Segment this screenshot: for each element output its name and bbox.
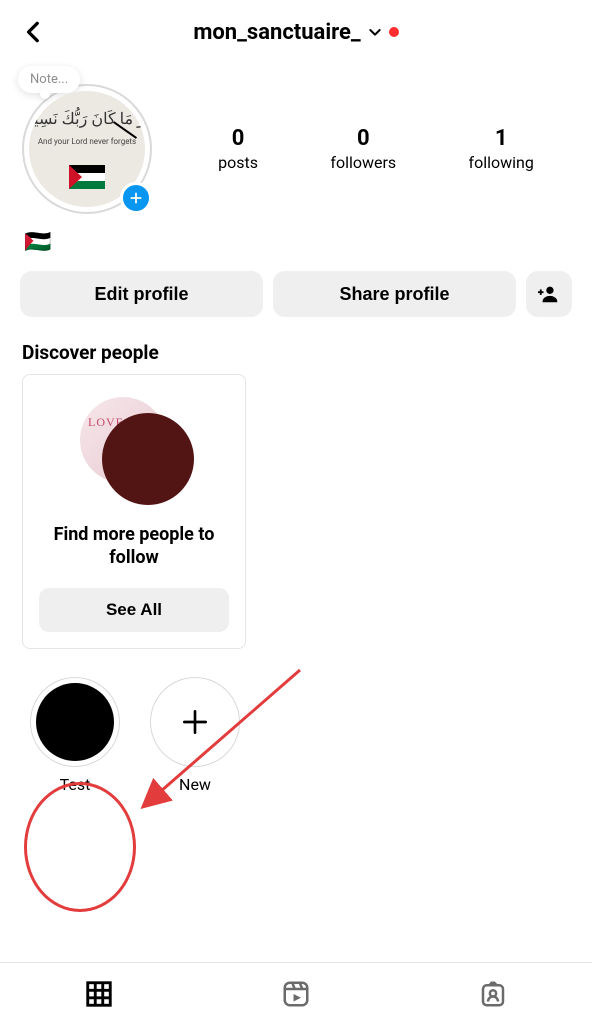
header-bar: mon_sanctuaire_: [0, 0, 592, 64]
following-label: following: [469, 153, 534, 172]
discover-card-text: Find more people to follow: [39, 523, 229, 570]
stats-row: 0 posts 0 followers 1 following: [182, 126, 570, 172]
discover-images: LOVE: [74, 397, 194, 505]
avatar-arabic-text: وَ مَا كَانَ رَبُّكَ نَسِيًّا: [29, 109, 145, 129]
highlight-cover: [36, 683, 114, 761]
note-label: Note...: [30, 72, 68, 87]
tagged-tab[interactable]: [433, 963, 553, 1024]
highlights-row: Test New: [0, 649, 592, 794]
posts-value: 0: [232, 126, 245, 151]
highlight-new-circle: [150, 677, 240, 767]
followers-stat[interactable]: 0 followers: [330, 126, 396, 172]
highlight-test[interactable]: Test: [30, 677, 120, 794]
back-button[interactable]: [12, 10, 56, 54]
highlight-new[interactable]: New: [150, 677, 240, 794]
profile-tab-bar: [0, 962, 592, 1024]
profile-row: Note... وَ مَا كَانَ رَبُّكَ نَسِيًّا An…: [0, 64, 592, 224]
share-profile-label: Share profile: [339, 284, 449, 305]
note-tail: [40, 89, 50, 99]
plus-icon: [179, 706, 211, 738]
bio-text: 🇵🇸: [0, 224, 592, 265]
plus-icon: [128, 190, 144, 206]
highlight-circle: [30, 677, 120, 767]
add-person-icon: [538, 283, 560, 305]
highlight-label: Test: [60, 775, 91, 794]
notification-dot: [389, 27, 399, 37]
discover-people-button[interactable]: [526, 271, 572, 317]
share-profile-button[interactable]: Share profile: [273, 271, 516, 317]
highlight-new-label: New: [179, 775, 211, 794]
tagged-icon: [478, 979, 508, 1009]
posts-stat[interactable]: 0 posts: [218, 126, 258, 172]
discover-image-front: [102, 413, 194, 505]
chevron-left-icon: [21, 19, 47, 45]
edit-profile-label: Edit profile: [95, 284, 189, 305]
reels-tab[interactable]: [236, 963, 356, 1024]
note-button[interactable]: Note...: [18, 66, 80, 93]
grid-tab[interactable]: [39, 963, 159, 1024]
chevron-down-icon: [367, 24, 383, 40]
profile-avatar[interactable]: Note... وَ مَا كَانَ رَبُّكَ نَسِيًّا An…: [22, 84, 152, 214]
annotation-circle: [24, 782, 136, 912]
grid-icon: [84, 979, 114, 1009]
following-stat[interactable]: 1 following: [469, 126, 534, 172]
see-all-label: See All: [106, 600, 162, 620]
avatar-flag-icon: [69, 165, 105, 189]
add-story-button[interactable]: [120, 182, 152, 214]
discover-card: LOVE Find more people to follow See All: [22, 374, 246, 649]
followers-value: 0: [357, 126, 370, 151]
edit-profile-button[interactable]: Edit profile: [20, 271, 263, 317]
discover-title: Discover people: [0, 317, 592, 374]
see-all-button[interactable]: See All: [39, 588, 229, 632]
header-username: mon_sanctuaire_: [193, 20, 360, 45]
posts-label: posts: [218, 153, 258, 172]
profile-action-row: Edit profile Share profile: [0, 271, 592, 317]
avatar-english-text: And your Lord never forgets: [29, 137, 145, 146]
username-switcher[interactable]: mon_sanctuaire_: [56, 20, 536, 45]
reels-icon: [281, 979, 311, 1009]
followers-label: followers: [330, 153, 396, 172]
following-value: 1: [495, 126, 508, 151]
